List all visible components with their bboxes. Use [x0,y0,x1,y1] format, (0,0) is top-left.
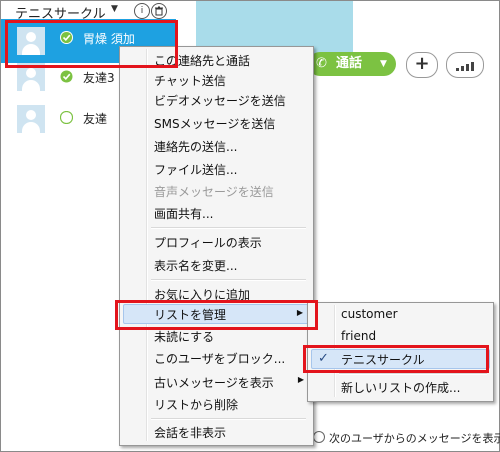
menu-item-label: 未読にする [154,330,215,344]
contact-name: 友達 [83,112,108,126]
trash-glyph [155,6,163,16]
submenu-item-label: 新しいリストの作成... [341,381,461,395]
menu-item-send-voice-message: 音声メッセージを送信 [123,181,310,201]
online-status-icon [60,31,73,44]
info-icon[interactable]: i [134,3,150,19]
manage-lists-submenu: customer friend ✓ テニスサークル 新しいリストの作成... [307,302,494,402]
menu-item-label: リストを管理 [154,308,227,322]
menu-separator [151,279,306,281]
submenu-arrow-icon: ▶ [297,375,304,384]
menu-item-label: ファイル送信... [154,163,238,177]
message-history-note: 次のユーザからのメッセージを表示: [313,430,500,446]
menu-item-label: ビデオメッセージを送信 [154,94,286,108]
menu-item-rename[interactable]: 表示名を変更... [123,255,310,275]
avatar [17,63,45,91]
menu-item-label: プロフィールの表示 [154,236,262,250]
menu-item-mark-unread[interactable]: 未読にする [123,326,310,346]
add-button[interactable]: + [406,52,438,78]
submenu-item-label: customer [341,307,398,321]
menu-item-manage-lists[interactable]: リストを管理 ▶ [123,304,310,324]
menu-item-send-video-message[interactable]: ビデオメッセージを送信 [123,90,310,110]
clock-icon [313,431,325,443]
signal-bar [461,66,464,71]
menu-item-send-contacts[interactable]: 連絡先の送信... [123,136,310,156]
chevron-down-icon[interactable]: ▼ [380,52,387,76]
menu-item-label: お気に入りに追加 [154,288,251,302]
menu-item-show-old-messages[interactable]: 古いメッセージを表示 ▶ [123,372,310,392]
menu-item-label: リストから削除 [154,398,239,412]
menu-separator [151,227,306,229]
menu-item-hide-conversation[interactable]: 会話を非表示 [123,422,310,442]
submenu-item-label: テニスサークル [341,353,425,367]
menu-item-label: このユーザをブロック... [154,352,286,366]
call-button[interactable]: ✆ 通話 ▼ [308,52,396,76]
menu-separator [339,373,487,375]
menu-item-send-sms[interactable]: SMSメッセージを送信 [123,113,310,133]
submenu-item-label: friend [341,329,377,343]
submenu-item-tennis-circle[interactable]: ✓ テニスサークル [311,349,490,369]
menu-item-remove-from-list[interactable]: リストから削除 [123,394,310,414]
call-button-label: 通話 [336,56,363,71]
message-history-label: 次のユーザからのメッセージを表示: [329,432,500,445]
signal-bar [471,62,474,71]
group-header[interactable]: テニスサークル ▼ i [1,1,176,22]
submenu-item-create-list[interactable]: 新しいリストの作成... [311,377,490,397]
menu-item-block-user[interactable]: このユーザをブロック... [123,348,310,368]
submenu-item-customer[interactable]: customer [311,305,490,325]
menu-item-label: 会話を非表示 [154,426,227,440]
avatar [17,105,45,133]
menu-item-send-file[interactable]: ファイル送信... [123,159,310,179]
signal-bar [456,68,459,71]
menu-item-call-contact[interactable]: この連絡先と通話 [123,50,310,70]
menu-item-label: 音声メッセージを送信 [154,185,274,199]
checkmark-icon: ✓ [318,351,329,366]
menu-item-label: 古いメッセージを表示 [154,376,274,390]
online-status-icon [60,70,73,83]
menu-item-label: SMSメッセージを送信 [154,117,276,131]
trash-icon[interactable] [151,3,167,19]
menu-item-add-favorite[interactable]: お気に入りに追加 [123,284,310,304]
contact-name: 友達3 [83,71,115,85]
menu-item-view-profile[interactable]: プロフィールの表示 [123,232,310,252]
menu-item-label: 画面共有... [154,207,214,221]
menu-item-label: この連絡先と通話 [154,54,251,68]
contact-name: 胃燥 須加 [83,32,135,46]
menu-item-screen-share[interactable]: 画面共有... [123,203,310,223]
menu-item-label: 連絡先の送信... [154,140,238,154]
chevron-down-icon[interactable]: ▼ [111,4,118,14]
submenu-arrow-icon: ▶ [296,308,303,317]
signal-bar [466,64,469,71]
phone-icon: ✆ [316,56,327,71]
menu-item-label: チャット送信 [154,74,226,88]
submenu-item-friend[interactable]: friend [311,327,490,347]
contact-context-menu: この連絡先と通話 チャット送信 ビデオメッセージを送信 SMSメッセージを送信 … [119,46,314,446]
avatar [17,27,45,55]
call-quality-button[interactable] [446,52,484,78]
offline-status-icon [60,111,73,124]
menu-item-label: 表示名を変更... [154,259,238,273]
menu-item-send-chat[interactable]: チャット送信 [123,70,310,90]
menu-separator [151,418,306,420]
